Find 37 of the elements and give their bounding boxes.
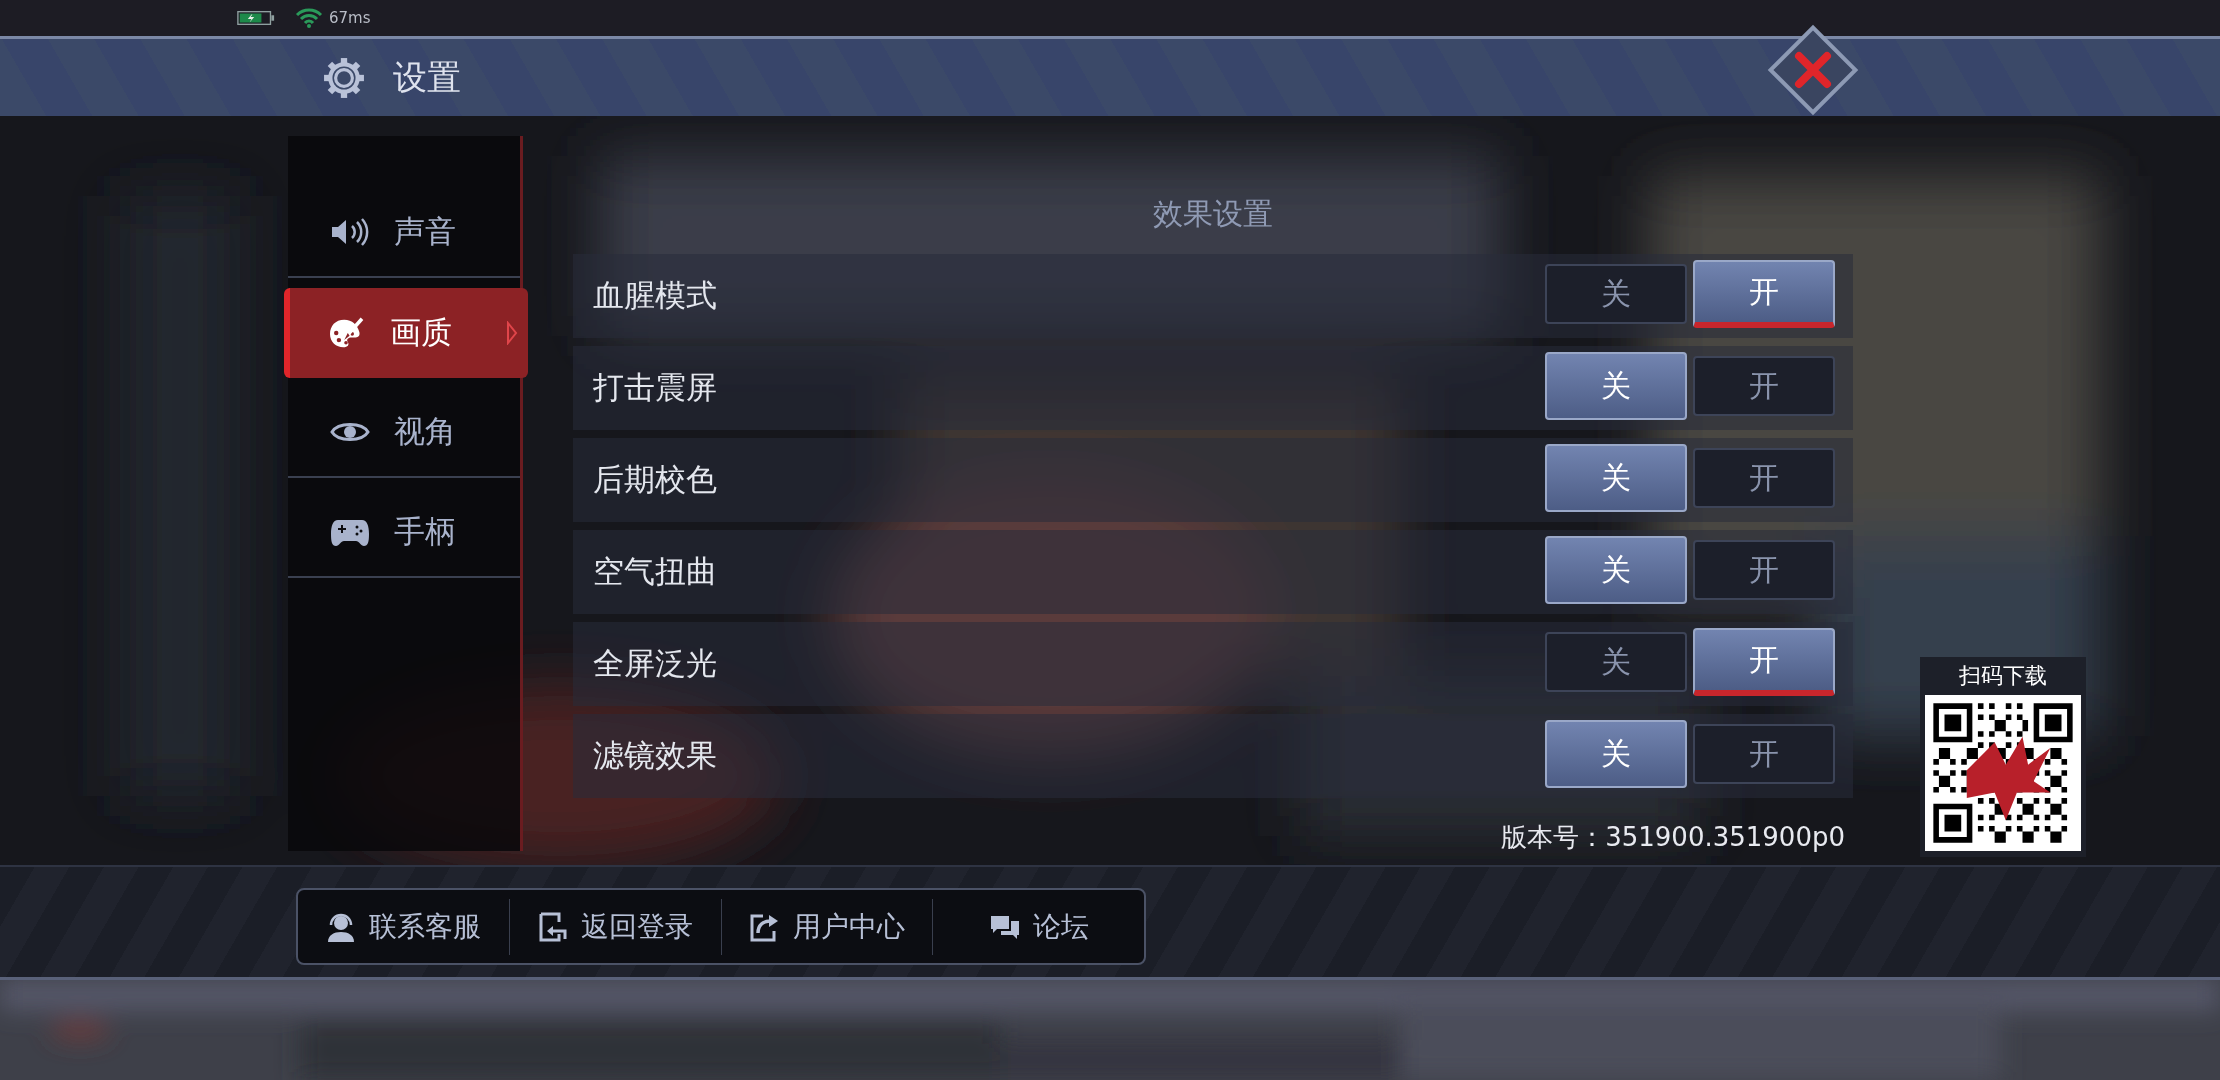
wifi-icon <box>295 8 323 28</box>
toggle-option[interactable]: 关 <box>1545 536 1687 604</box>
footer-button[interactable]: 论坛 <box>933 890 1144 963</box>
version-text: 版本号：351900.351900p0 <box>1501 821 1845 854</box>
toggle-option[interactable]: 开 <box>1693 448 1835 508</box>
speaker-icon <box>330 216 370 248</box>
setting-label: 后期校色 <box>593 460 717 499</box>
toggle-option[interactable]: 关 <box>1545 632 1687 692</box>
toggle-option[interactable]: 关 <box>1545 264 1687 324</box>
setting-label: 滤镜效果 <box>593 736 717 775</box>
footer-button[interactable]: 用户中心 <box>721 890 933 963</box>
section-title: 效果设置 <box>1152 195 1274 233</box>
toggle-option[interactable]: 开 <box>1693 628 1835 696</box>
toggle-option[interactable]: 关 <box>1545 720 1687 788</box>
toggle-option[interactable]: 开 <box>1693 540 1835 600</box>
qr-caption: 扫码下载 <box>1959 662 2047 690</box>
setting-label: 空气扭曲 <box>593 552 717 591</box>
setting-label: 全屏泛光 <box>593 644 717 683</box>
footer-button[interactable]: 返回登录 <box>509 890 721 963</box>
toggle-option[interactable]: 关 <box>1545 444 1687 512</box>
ping-text: 67ms <box>329 9 371 27</box>
setting-label: 打击震屏 <box>593 368 717 407</box>
toggle-option[interactable]: 开 <box>1693 260 1835 328</box>
sidebar-item[interactable]: 视角 <box>288 388 520 478</box>
caret-icon <box>506 321 518 345</box>
sidebar-item[interactable]: 手柄 <box>288 488 520 578</box>
window-title: 设置 <box>393 55 461 99</box>
settings-icon <box>323 56 365 99</box>
sidebar-item[interactable]: 画质 <box>284 288 528 378</box>
sidebar-item[interactable]: 声音 <box>288 188 520 278</box>
toggle-option[interactable]: 关 <box>1545 352 1687 420</box>
toggle-option[interactable]: 开 <box>1693 724 1835 784</box>
toggle-option[interactable]: 开 <box>1693 356 1835 416</box>
footer-button[interactable]: 联系客服 <box>298 890 509 963</box>
setting-label: 血腥模式 <box>593 276 717 315</box>
return-icon <box>537 910 570 943</box>
battery-icon <box>237 10 275 26</box>
